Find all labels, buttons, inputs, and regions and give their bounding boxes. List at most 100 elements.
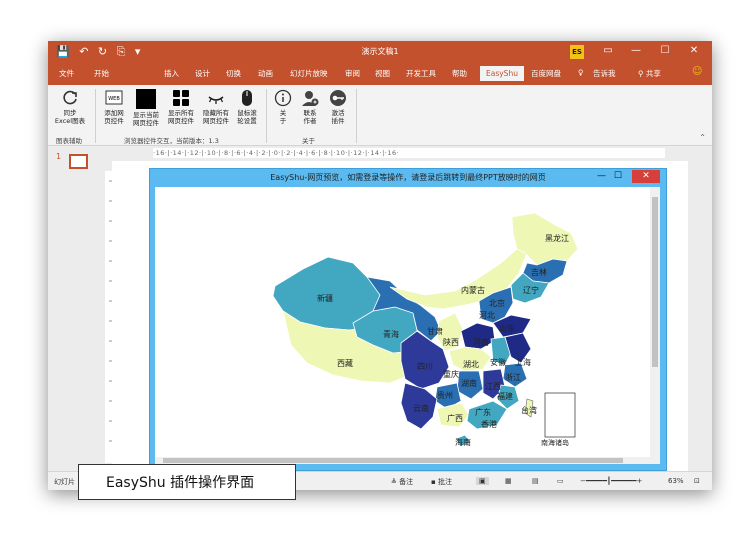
tab-design[interactable]: 设计 (195, 68, 210, 79)
preview-close-button[interactable]: ✕ (632, 170, 660, 183)
label-zhejiang: 浙江 (505, 372, 521, 382)
label-xinjiang: 新疆 (317, 293, 333, 303)
tab-slideshow[interactable]: 幻灯片放映 (290, 68, 328, 79)
tab-animations[interactable]: 动画 (258, 68, 273, 79)
tab-insert[interactable]: 插入 (164, 68, 179, 79)
vertical-scrollbar[interactable] (650, 187, 660, 464)
preview-maximize-icon[interactable]: ☐ (614, 171, 622, 181)
notes-button[interactable]: ≜ 备注 (391, 477, 413, 487)
tab-baidu-netdisk[interactable]: 百度网盘 (531, 68, 561, 79)
preview-minimize-icon[interactable]: — (597, 171, 606, 181)
show-current-label-2: 网页控件 (133, 119, 159, 127)
label-yunnan: 云南 (413, 403, 429, 413)
close-icon[interactable]: ✕ (684, 45, 704, 56)
scroll-thumb[interactable] (163, 458, 623, 463)
web-icon: WEB (105, 89, 123, 107)
about-label-1: 关 (279, 109, 287, 117)
add-web-label-1: 添加网 (104, 109, 124, 117)
web-preview-window: EasyShu-网页预览，如需登录等操作，请登录后跳转到最终PPT放映时的网页 … (149, 168, 667, 471)
label-shandong: 山东 (499, 323, 515, 333)
ribbon-display-icon[interactable]: ▭ (598, 45, 618, 56)
grid-icon (172, 89, 190, 107)
comments-label: 批注 (437, 478, 452, 486)
hide-all-controls-button[interactable]: 隐藏所有 网页控件 (199, 89, 233, 125)
svg-text:WEB: WEB (108, 96, 120, 102)
horizontal-scrollbar[interactable] (155, 457, 650, 464)
label-shanghai: 上海 (515, 357, 531, 367)
slide-number: 1 (56, 152, 62, 161)
label-chongqing: 重庆 (443, 369, 459, 379)
label-hongkong: 香港 (481, 419, 497, 429)
zoom-slider[interactable]: −━━━━━┃━━━━━━+ (580, 477, 642, 485)
smiley-icon[interactable]: ☺ (692, 66, 702, 77)
share-button[interactable]: ⚲ 共享 (638, 68, 661, 79)
fit-slide-icon[interactable]: ⊡ (694, 477, 700, 485)
group-label-about: 关于 (302, 137, 315, 145)
comments-button[interactable]: ▪ 批注 (431, 477, 452, 487)
scroll-thumb[interactable] (652, 197, 658, 367)
label-liaoning: 辽宁 (523, 285, 539, 295)
label-jilin: 吉林 (531, 267, 547, 277)
contact-label-1: 联系 (303, 109, 317, 117)
label-nanhai: 南海诸岛 (541, 438, 569, 446)
reading-view-icon[interactable]: ▤ (532, 477, 539, 485)
group-separator (266, 89, 267, 143)
label-hunan: 湖南 (461, 378, 477, 388)
share-label: 共享 (645, 69, 661, 78)
show-all-label-2: 网页控件 (168, 117, 194, 125)
slide-thumbnail[interactable] (69, 154, 88, 169)
wheel-label-2: 轮设置 (237, 117, 257, 125)
ribbon: 同步 Excel图表 图表辅助 WEB 添加网 页控件 显示当前 网页控件 显示… (48, 85, 712, 146)
tab-easyshu[interactable]: EasyShu (480, 66, 524, 81)
tab-transitions[interactable]: 切换 (226, 68, 241, 79)
about-label-2: 于 (279, 117, 287, 125)
sync-excel-chart-button[interactable]: 同步 Excel图表 (52, 89, 88, 125)
collapse-ribbon-icon[interactable]: ⌃ (699, 133, 706, 142)
normal-view-icon[interactable]: ▣ (476, 477, 489, 485)
easyshu-badge-icon: ES (570, 45, 584, 59)
slideshow-icon[interactable]: ▭ (557, 477, 564, 485)
webpage-view[interactable]: 黑龙江 吉林 辽宁 内蒙古 新疆 北京 河北 甘肃 青海 山东 陕西 河南 西藏… (155, 187, 660, 464)
label-guangxi: 广西 (447, 413, 463, 423)
label-beijing: 北京 (489, 298, 505, 308)
group-separator (356, 89, 357, 143)
tell-me-box[interactable]: 告诉我 (593, 68, 616, 79)
slide-thumbnail-pane: 1 (48, 146, 102, 469)
key-icon (329, 89, 347, 107)
minimize-icon[interactable]: — (626, 45, 646, 56)
slide-sorter-icon[interactable]: ▦ (505, 477, 512, 485)
tab-help[interactable]: 帮助 (452, 68, 467, 79)
group-label-chart-assist: 图表辅助 (56, 137, 82, 145)
tab-file[interactable]: 文件 (59, 68, 74, 79)
activate-plugin-button[interactable]: 激活 插件 (326, 89, 350, 125)
group-label-browser: 浏览器控件交互，当前版本：1.3 (124, 137, 219, 145)
china-choropleth-map[interactable]: 黑龙江 吉林 辽宁 内蒙古 新疆 北京 河北 甘肃 青海 山东 陕西 河南 西藏… (265, 203, 595, 446)
label-heilongjiang: 黑龙江 (545, 233, 569, 243)
show-all-controls-button[interactable]: 显示所有 网页控件 (164, 89, 198, 125)
label-neimenggu: 内蒙古 (461, 285, 485, 295)
tab-review[interactable]: 审阅 (345, 68, 360, 79)
horizontal-ruler: ·16·|·14·|·12·|·10·|·8·|·6·|·4·|·2·|·0·|… (153, 148, 665, 158)
maximize-icon[interactable]: ☐ (655, 45, 675, 56)
powerpoint-window: 💾 ↶ ↻ ⎘ ▾ 演示文稿1 ES ▭ — ☐ ✕ 文件 开始 插入 设计 切… (48, 41, 712, 490)
tab-home[interactable]: 开始 (94, 68, 109, 79)
tab-developer[interactable]: 开发工具 (406, 68, 436, 79)
show-current-control-button[interactable]: 显示当前 网页控件 (129, 89, 163, 127)
activate-label-1: 激活 (331, 109, 345, 117)
label-xizang: 西藏 (337, 358, 353, 368)
add-webpage-control-button[interactable]: WEB 添加网 页控件 (100, 89, 128, 125)
mouse-wheel-settings-button[interactable]: 鼠标滚 轮设置 (233, 89, 261, 125)
show-current-label-1: 显示当前 (133, 111, 159, 119)
label-qinghai: 青海 (383, 329, 399, 339)
contact-author-button[interactable]: 联系 作者 (298, 89, 322, 125)
label-guangdong: 广东 (475, 407, 491, 417)
zoom-level[interactable]: 63% (668, 477, 684, 485)
tab-view[interactable]: 视图 (375, 68, 390, 79)
group-separator (95, 89, 96, 143)
preview-window-title: EasyShu-网页预览，如需登录等操作，请登录后跳转到最终PPT放映时的网页 (270, 173, 546, 182)
black-square-icon (136, 89, 156, 109)
label-taiwan: 台湾 (521, 405, 537, 415)
about-button[interactable]: 关 于 (272, 89, 294, 125)
mouse-icon (238, 89, 256, 107)
slide-indicator: 幻灯片 (54, 478, 75, 486)
